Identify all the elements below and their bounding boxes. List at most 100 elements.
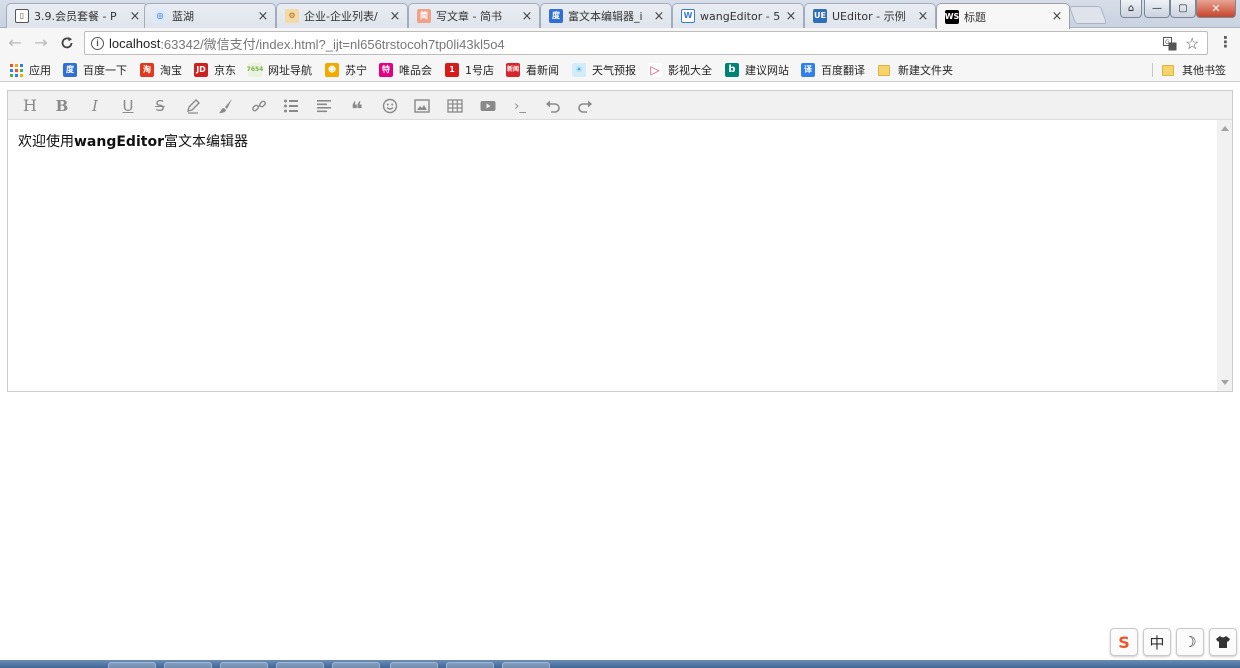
tab-close-icon[interactable]: × <box>521 10 533 23</box>
tab-8-active[interactable]: WS 标题 × <box>936 3 1070 29</box>
weather-icon: ☀ <box>572 63 586 77</box>
tab-1[interactable]: ▯ 3.9.会员套餐 - P × <box>6 3 148 28</box>
vip-icon: 特 <box>379 63 393 77</box>
video-icon[interactable] <box>478 96 498 116</box>
user-button[interactable]: ⌂ <box>1120 0 1142 18</box>
baidu-icon: 度 <box>63 63 77 77</box>
bookmark-star-icon[interactable]: ☆ <box>1185 34 1199 54</box>
tab-close-icon[interactable]: × <box>389 10 401 23</box>
bookmark-bing[interactable]: b 建议网站 <box>725 62 789 78</box>
image-icon[interactable] <box>412 96 432 116</box>
shirt-icon[interactable] <box>1209 628 1237 656</box>
bookmark-jd[interactable]: JD 京东 <box>194 62 236 78</box>
tab-close-icon[interactable]: × <box>129 10 141 23</box>
bookmark-vip[interactable]: 特 唯品会 <box>379 62 432 78</box>
italic-icon[interactable]: I <box>85 96 105 116</box>
pencil-icon[interactable] <box>183 96 203 116</box>
taskbar-item[interactable] <box>390 662 438 668</box>
strikethrough-icon[interactable]: S <box>150 96 170 116</box>
editor-content-area[interactable]: 欢迎使用wangEditor富文本编辑器 <box>8 120 1217 391</box>
tab-close-icon[interactable]: × <box>785 10 797 23</box>
tab-7[interactable]: UE UEditor - 示例 × <box>804 3 936 28</box>
taskbar-item[interactable] <box>332 662 380 668</box>
minimize-button[interactable]: — <box>1144 0 1170 18</box>
quote-icon[interactable]: ❝ <box>347 96 367 119</box>
bookmark-apps[interactable]: 应用 <box>9 62 51 78</box>
menu-button[interactable]: ⋮ <box>1218 33 1233 51</box>
bookmark-label: 其他书签 <box>1182 64 1226 77</box>
bookmark-weather[interactable]: ☀ 天气预报 <box>572 62 636 78</box>
content-text-bold: wangEditor <box>74 134 164 150</box>
maximize-button[interactable]: ▢ <box>1170 0 1196 18</box>
bookmark-suning[interactable]: ☻ 苏宁 <box>325 62 367 78</box>
folder-icon <box>1162 64 1174 76</box>
editor-paragraph: 欢迎使用wangEditor富文本编辑器 <box>18 131 1207 151</box>
bookmark-fanyi[interactable]: 译 百度翻译 <box>801 62 865 78</box>
bookmark-label: 1号店 <box>465 64 494 77</box>
bookmark-taobao[interactable]: 淘 淘宝 <box>140 62 182 78</box>
code-icon[interactable]: ›_ <box>510 96 530 116</box>
book-icon: ▯ <box>15 9 29 23</box>
forward-button[interactable]: → <box>32 34 50 52</box>
tab-close-icon[interactable]: × <box>1051 10 1063 23</box>
list-icon[interactable] <box>281 96 301 116</box>
tab-close-icon[interactable]: × <box>653 10 665 23</box>
heading-icon[interactable]: H <box>20 96 40 116</box>
tab-2[interactable]: ◎ 蓝湖 × <box>144 3 276 28</box>
back-button[interactable]: ← <box>6 34 24 52</box>
taskbar-item[interactable] <box>276 662 324 668</box>
bookmark-other[interactable]: 其他书签 <box>1162 62 1226 78</box>
folder-icon <box>878 64 890 76</box>
table-icon[interactable] <box>445 96 465 116</box>
bookmark-folder[interactable]: 新建文件夹 <box>878 62 953 78</box>
translate-icon[interactable]: G <box>1163 37 1177 54</box>
bookmark-yhd[interactable]: 1 1号店 <box>445 62 494 78</box>
undo-icon[interactable] <box>543 96 563 116</box>
bookmark-baidu[interactable]: 度 百度一下 <box>63 62 127 78</box>
scroll-up-arrow[interactable] <box>1221 126 1229 131</box>
taskbar-item[interactable] <box>108 662 156 668</box>
link-icon[interactable] <box>249 96 269 116</box>
bookmark-video[interactable]: ▷ 影视大全 <box>648 62 712 78</box>
underline-icon[interactable]: U <box>118 96 138 116</box>
tab-close-icon[interactable]: × <box>257 10 269 23</box>
tab-title: UEditor - 示例 <box>832 10 906 23</box>
bookmark-news[interactable]: 新闻 看新闻 <box>506 62 559 78</box>
bold-icon[interactable]: B <box>52 96 72 116</box>
close-window-button[interactable]: ✕ <box>1196 0 1236 18</box>
tab-title: 标题 <box>964 10 986 24</box>
tab-4[interactable]: 简 写文章 - 简书 × <box>408 3 540 28</box>
emoji-icon[interactable] <box>380 96 400 116</box>
new-tab-button[interactable] <box>1068 6 1108 24</box>
taskbar-item[interactable] <box>164 662 212 668</box>
sogou-logo: S <box>1118 632 1130 652</box>
bookmark-label: 天气预报 <box>592 64 636 77</box>
info-icon[interactable]: i <box>91 36 104 50</box>
tab-5[interactable]: 度 富文本编辑器_i × <box>540 3 672 28</box>
redo-icon[interactable] <box>575 96 595 116</box>
ime-language-toggle[interactable]: 中 <box>1143 628 1171 656</box>
address-bar[interactable]: i localhost:63342/微信支付/index.html?_ijt=n… <box>84 31 1208 55</box>
video-icon: ▷ <box>648 63 662 77</box>
brush-icon[interactable] <box>216 96 236 116</box>
bookmark-label: 影视大全 <box>668 64 712 77</box>
taskbar-item[interactable] <box>220 662 268 668</box>
tab-6[interactable]: W wangEditor - 5 × <box>672 3 804 28</box>
bookmark-label: 网址导航 <box>268 64 312 77</box>
apps-icon <box>9 63 23 77</box>
moon-icon[interactable]: ☽ <box>1176 628 1204 656</box>
tab-close-icon[interactable]: × <box>917 10 929 23</box>
bookmark-nav[interactable]: 7654 网址导航 <box>247 62 312 78</box>
editor-scrollbar[interactable] <box>1217 120 1232 391</box>
align-icon[interactable] <box>314 96 334 116</box>
bookmark-label: 京东 <box>214 64 236 77</box>
webstorm-icon: WS <box>945 9 959 24</box>
fanyi-icon: 译 <box>801 63 815 77</box>
taskbar-item[interactable] <box>502 662 550 668</box>
jd-icon: JD <box>194 63 208 77</box>
reload-button[interactable] <box>58 34 76 52</box>
taskbar-item[interactable] <box>446 662 494 668</box>
sogou-ime-icon[interactable]: S <box>1110 628 1138 656</box>
scroll-down-arrow[interactable] <box>1221 380 1229 385</box>
tab-3[interactable]: ⚙ 企业-企业列表/ × <box>276 3 408 28</box>
